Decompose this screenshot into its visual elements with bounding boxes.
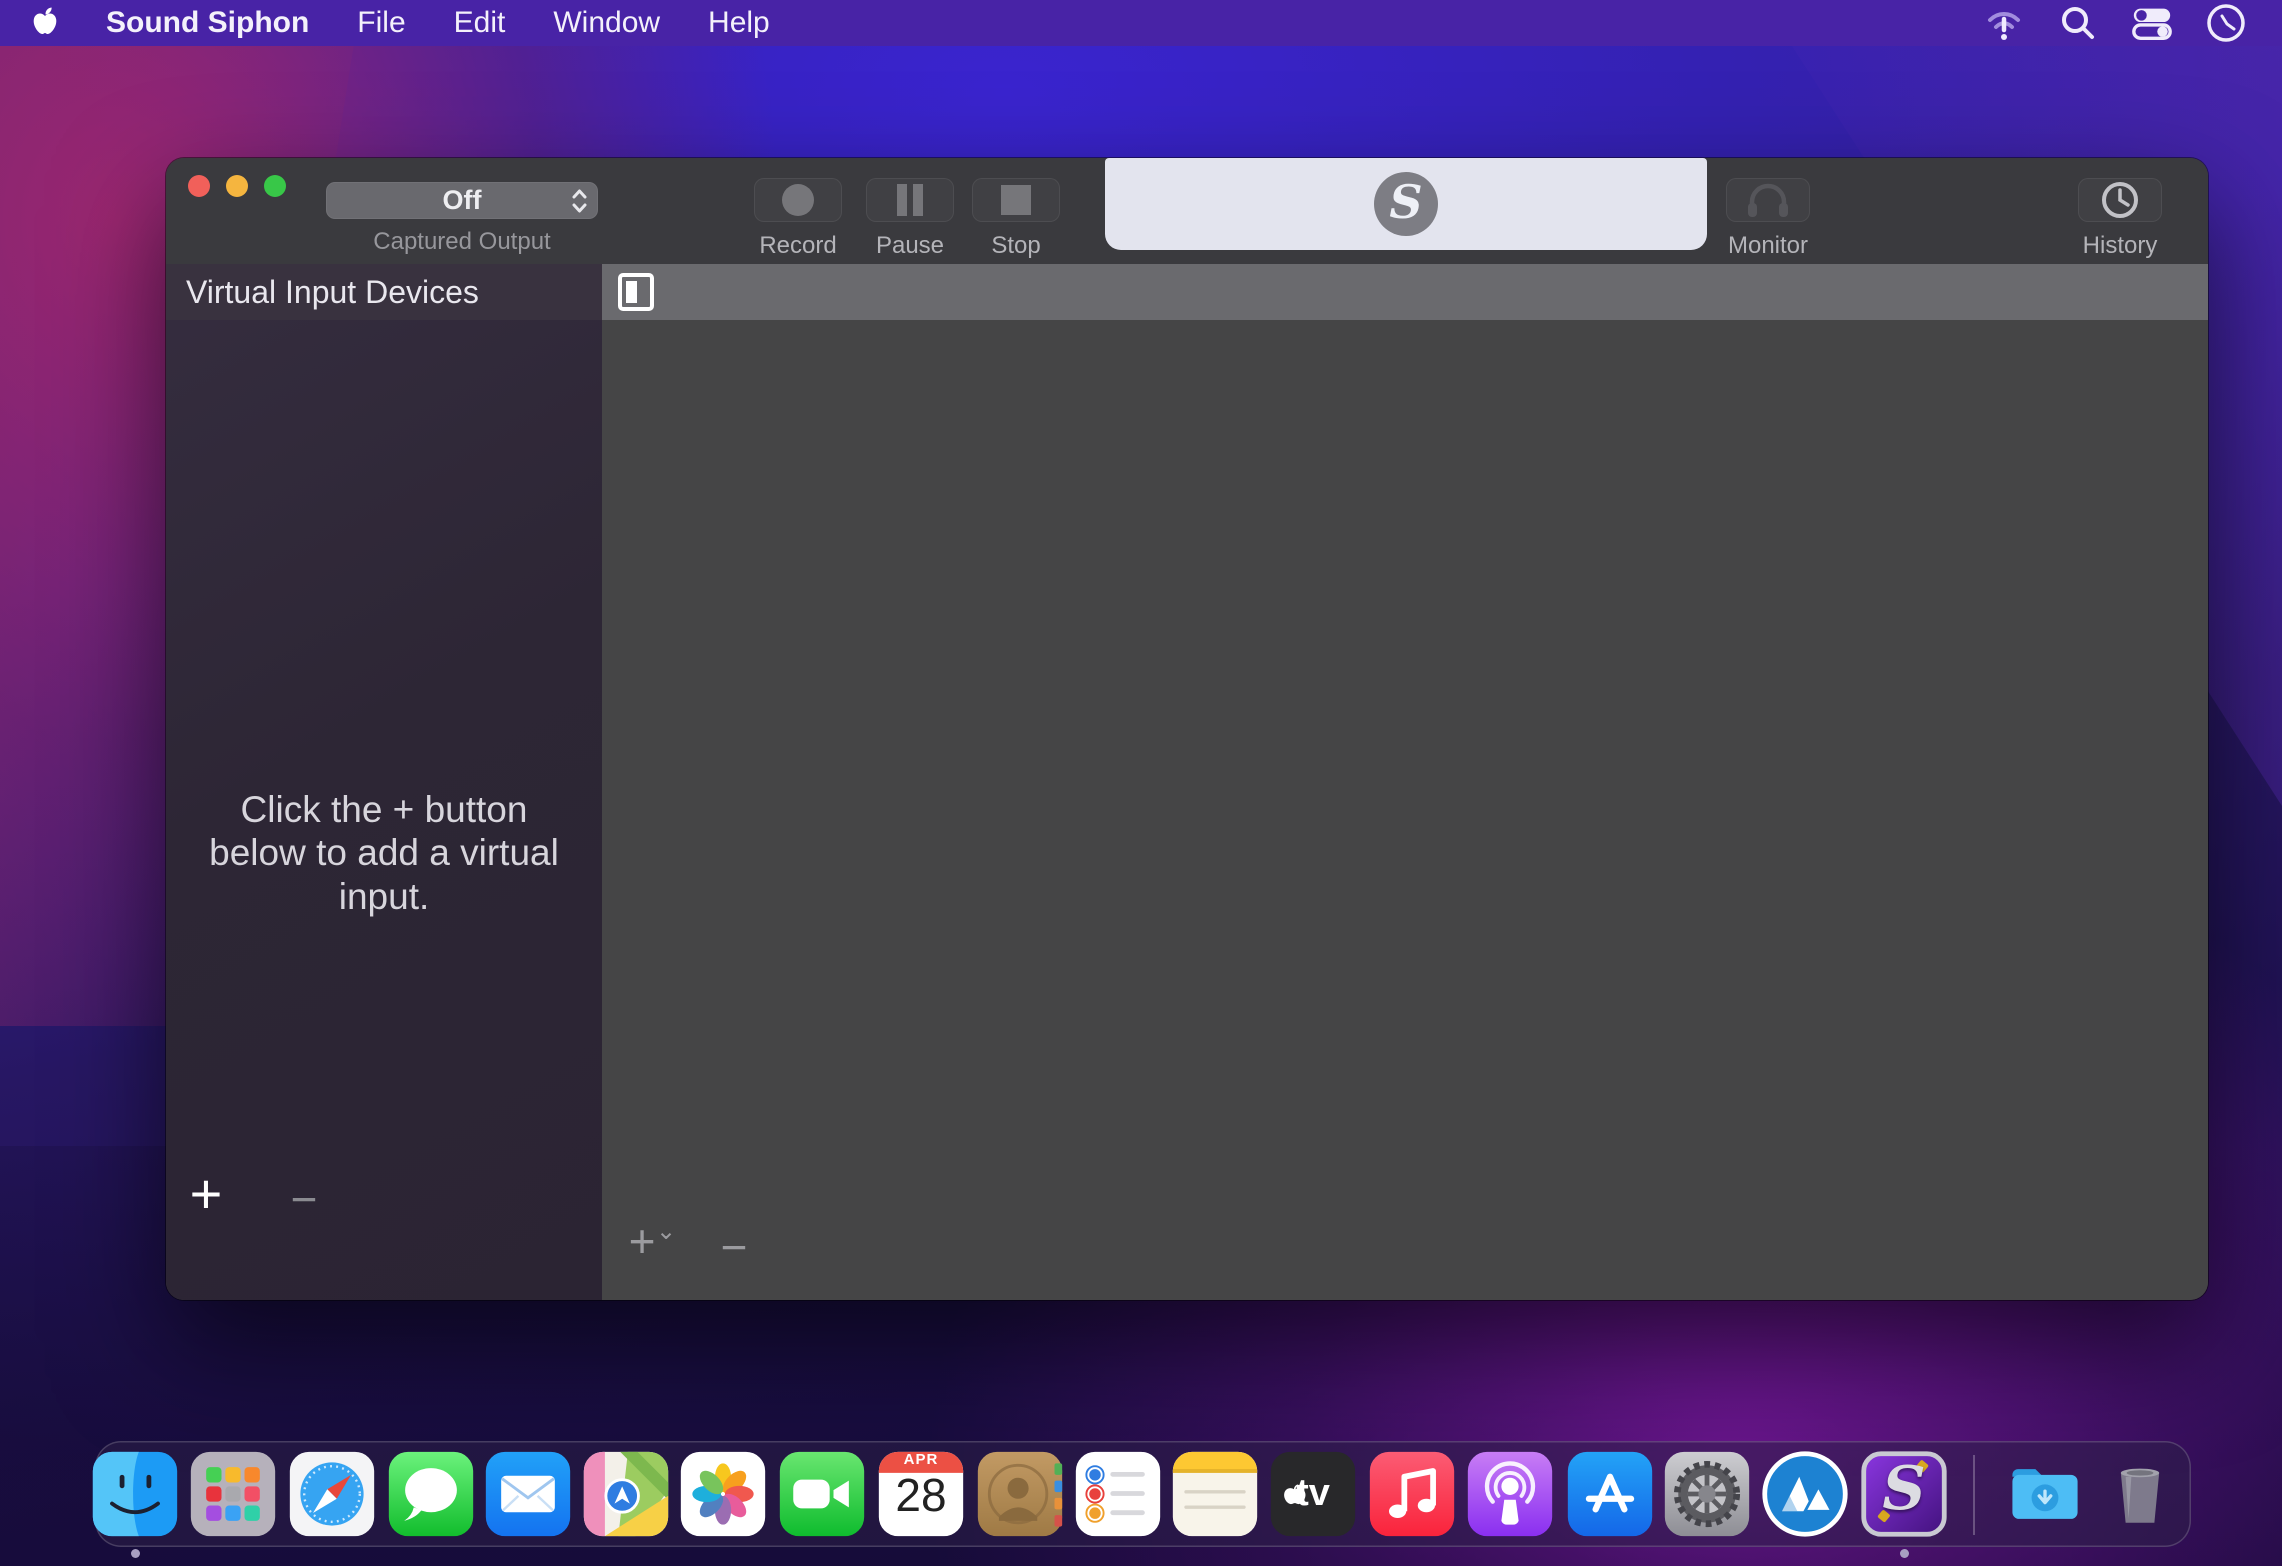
content-add-chevron-icon[interactable]: ⌄: [654, 1220, 678, 1244]
pause-label: Pause: [866, 232, 954, 260]
sound-siphon-icon[interactable]: S: [1858, 1448, 1950, 1540]
podcasts-icon[interactable]: [1464, 1448, 1556, 1540]
contacts-icon[interactable]: [974, 1448, 1066, 1540]
zoom-button[interactable]: [264, 175, 286, 197]
sound-siphon-logo-icon: S: [1374, 172, 1438, 236]
menu-bar: Sound Siphon File Edit Window Help: [0, 0, 2282, 46]
facetime-icon[interactable]: [776, 1448, 868, 1540]
menu-help[interactable]: Help: [706, 6, 772, 40]
record-button[interactable]: [754, 178, 842, 222]
maps-icon[interactable]: [580, 1448, 672, 1540]
captured-output-popup[interactable]: Off: [326, 182, 598, 219]
close-button[interactable]: [188, 175, 210, 197]
popup-stepper-icon: [571, 188, 588, 214]
sound-siphon-running-indicator: [1900, 1549, 1909, 1558]
mountains-app-icon[interactable]: [1759, 1448, 1851, 1540]
sidebar-empty-message: Click the + button below to add a virtua…: [206, 788, 562, 918]
menu-edit[interactable]: Edit: [452, 6, 508, 40]
stop-button[interactable]: [972, 178, 1060, 222]
sidebar-toggle-icon[interactable]: [618, 273, 654, 311]
tv-icon[interactable]: tv: [1267, 1448, 1359, 1540]
system-preferences-icon[interactable]: [1661, 1448, 1753, 1540]
sidebar: Virtual Input Devices Click the + button…: [166, 264, 602, 1300]
sound-siphon-window: Off Captured Output Record Pau: [166, 158, 2208, 1300]
calendar-icon[interactable]: APR 28: [875, 1448, 967, 1540]
trash-icon[interactable]: [2094, 1448, 2186, 1540]
stop-label: Stop: [972, 232, 1060, 260]
calendar-month: APR: [875, 1451, 967, 1468]
photos-icon[interactable]: [677, 1448, 769, 1540]
toolbar: Off Captured Output Record Pau: [166, 158, 2208, 264]
monitor-button[interactable]: [1726, 178, 1810, 222]
app-menu-sound-siphon[interactable]: Sound Siphon: [104, 6, 311, 40]
tv-label: tv: [1267, 1472, 1359, 1515]
reminders-icon[interactable]: [1072, 1448, 1164, 1540]
finder-running-indicator: [131, 1549, 140, 1558]
desktop: { "menu_bar": { "app_name": "Sound Sipho…: [0, 0, 2282, 1566]
apple-icon: [32, 7, 58, 39]
sidebar-add-button[interactable]: +: [182, 1166, 230, 1222]
dock-separator: [1973, 1455, 1975, 1535]
history-label: History: [2078, 232, 2162, 260]
clock-icon[interactable]: [2204, 3, 2248, 43]
sound-siphon-letter: S: [1858, 1454, 1950, 1524]
notes-icon[interactable]: [1169, 1448, 1261, 1540]
safari-icon[interactable]: [286, 1448, 378, 1540]
record-label: Record: [754, 232, 842, 260]
mail-icon[interactable]: [482, 1448, 574, 1540]
record-icon: [780, 182, 816, 218]
captured-output-value: Off: [443, 185, 482, 216]
messages-icon[interactable]: [385, 1448, 477, 1540]
sidebar-title: Virtual Input Devices: [186, 274, 479, 311]
sidebar-remove-button[interactable]: −: [280, 1176, 328, 1222]
search-icon[interactable]: [2056, 3, 2100, 43]
content-area: + ⌄ −: [602, 320, 2208, 1300]
control-center-icon[interactable]: [2130, 3, 2174, 43]
minimize-button[interactable]: [226, 175, 248, 197]
app-logo-panel: S: [1105, 158, 1707, 250]
apple-menu[interactable]: [30, 7, 60, 39]
logo-letter: S: [1389, 179, 1422, 225]
content-remove-button[interactable]: −: [710, 1224, 758, 1270]
content-header-bar: [602, 264, 2208, 320]
downloads-folder-icon[interactable]: [1999, 1448, 2091, 1540]
menu-window[interactable]: Window: [551, 6, 662, 40]
calendar-day: 28: [875, 1468, 967, 1522]
launchpad-icon[interactable]: [187, 1448, 279, 1540]
stop-icon: [1000, 184, 1032, 216]
monitor-label: Monitor: [1726, 232, 1810, 260]
music-icon[interactable]: [1366, 1448, 1458, 1540]
headphones-icon: [1745, 181, 1791, 219]
pause-button[interactable]: [866, 178, 954, 222]
finder-icon[interactable]: [89, 1448, 181, 1540]
pause-icon: [894, 183, 926, 217]
app-store-icon[interactable]: [1564, 1448, 1656, 1540]
history-button[interactable]: [2078, 178, 2162, 222]
menu-file[interactable]: File: [355, 6, 407, 40]
wifi-alert-icon[interactable]: [1982, 3, 2026, 43]
captured-output-label: Captured Output: [326, 228, 598, 256]
history-clock-icon: [2099, 179, 2141, 221]
sidebar-header: Virtual Input Devices: [166, 264, 602, 320]
